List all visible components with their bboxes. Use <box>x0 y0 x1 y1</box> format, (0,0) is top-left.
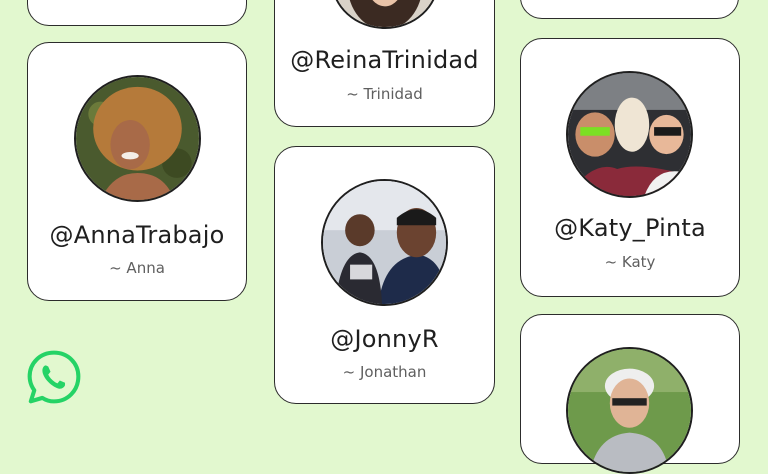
contact-name: ~ Katy <box>604 253 656 271</box>
contact-card-partial-bottom-right[interactable] <box>520 314 740 474</box>
avatar <box>331 0 439 29</box>
avatar <box>566 347 693 474</box>
contact-handle: @AnnaTrabajo <box>49 221 225 249</box>
contact-card-jonny[interactable]: @JonnyR ~ Jonathan <box>274 146 495 404</box>
contact-card-partial-top-left[interactable] <box>27 0 247 26</box>
whatsapp-logo-icon <box>25 348 83 406</box>
avatar <box>321 179 448 306</box>
contact-name: ~ Jonathan <box>342 363 427 381</box>
contact-name: ~ Trinidad <box>346 85 423 103</box>
avatar <box>74 75 201 202</box>
contact-card-katy[interactable]: @Katy_Pinta ~ Katy <box>520 38 740 297</box>
contact-name: ~ Anna <box>109 259 165 277</box>
contact-handle: @Katy_Pinta <box>554 214 706 242</box>
contact-handle: @JonnyR <box>330 325 439 353</box>
contact-card-reina[interactable]: @ReinaTrinidad ~ Trinidad <box>274 0 495 127</box>
avatar <box>566 71 693 198</box>
contact-handle: @ReinaTrinidad <box>290 46 479 74</box>
contact-card-anna[interactable]: @AnnaTrabajo ~ Anna <box>27 42 247 301</box>
contact-card-partial-top-right[interactable] <box>520 0 739 19</box>
